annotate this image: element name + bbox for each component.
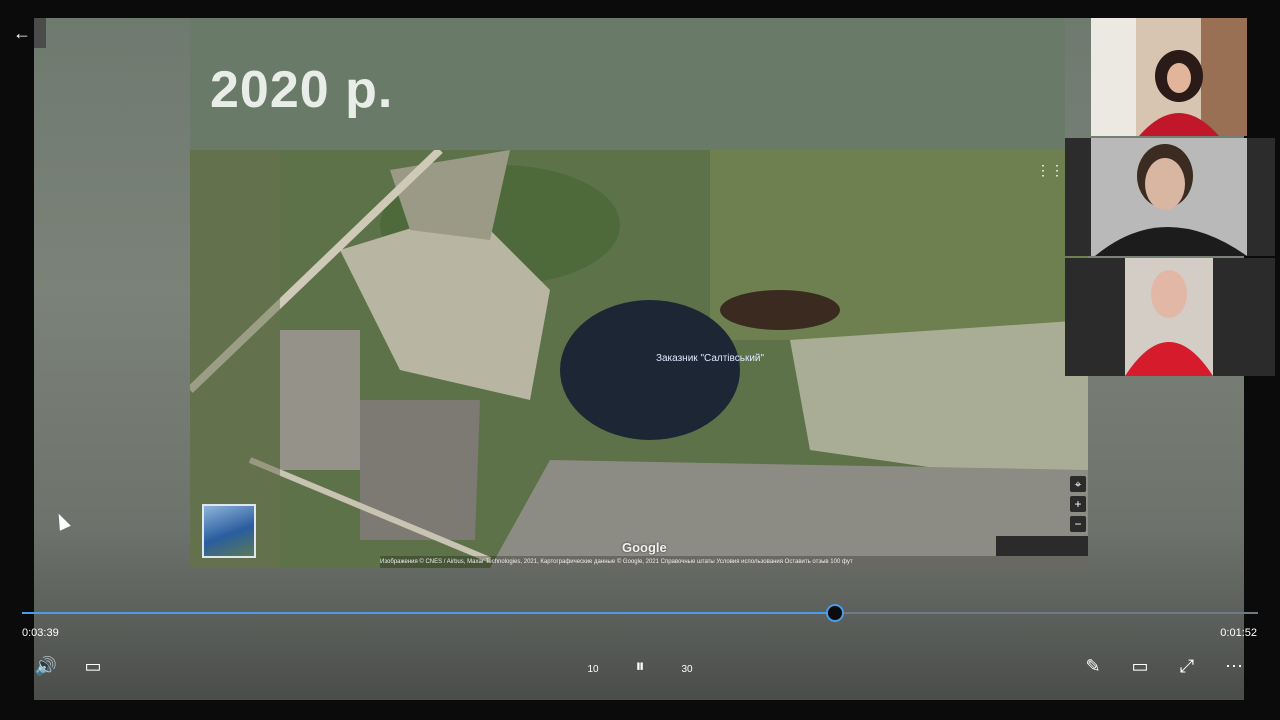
- participant-video-2: [1065, 138, 1275, 256]
- satellite-map: Заказник "Салтівський" ⋮⋮⋮ Google ⌖ + − …: [190, 150, 1088, 568]
- speaker-icon: 🔊: [34, 656, 58, 676]
- reserve-label: Заказник "Салтівський": [655, 353, 765, 364]
- map-attribution: Изображения © CNES / Airbus, Maxar Techn…: [380, 556, 1088, 568]
- fast-forward-icon: 30: [681, 664, 693, 675]
- street-view-bar[interactable]: [996, 536, 1088, 556]
- arrow-left-icon: ←: [13, 23, 31, 43]
- minus-icon: −: [1074, 517, 1082, 531]
- current-time: 0:03:39: [22, 627, 59, 639]
- pause-button[interactable]: ⏸: [626, 652, 654, 680]
- volume-button[interactable]: 🔊: [32, 652, 60, 680]
- fullscreen-button[interactable]: ⤢: [1173, 652, 1201, 680]
- plus-icon: +: [1074, 497, 1082, 511]
- remaining-time: 0:01:52: [1220, 627, 1257, 639]
- participant-3-image: [1065, 258, 1275, 376]
- slide-title: 2020 р.: [210, 61, 394, 119]
- miniplayer-icon: ▭: [1131, 656, 1149, 676]
- pencil-icon: ✎: [1085, 656, 1101, 676]
- edit-button[interactable]: ✎: [1079, 652, 1107, 680]
- forward-30-button[interactable]: 30: [673, 652, 701, 680]
- rewind-10-button[interactable]: 10: [579, 652, 607, 680]
- zoom-out-button[interactable]: −: [1070, 516, 1086, 532]
- layer-thumbnail[interactable]: [202, 504, 256, 558]
- seek-bar[interactable]: [22, 604, 1258, 622]
- compass-icon: ⌖: [1074, 477, 1082, 491]
- participant-video-1: [1091, 18, 1247, 136]
- participant-2-image: [1065, 138, 1275, 256]
- back-button[interactable]: ←: [8, 20, 36, 46]
- miniplayer-button[interactable]: ▭: [1126, 652, 1154, 680]
- google-logo: Google: [622, 540, 667, 555]
- rewind-icon: 10: [587, 664, 599, 675]
- zoom-in-button[interactable]: +: [1070, 496, 1086, 512]
- seek-bar-progress: [22, 612, 836, 614]
- participant-1-image: [1091, 18, 1247, 136]
- more-options-button[interactable]: ⋯: [1220, 652, 1248, 680]
- participant-video-3: [1065, 258, 1275, 376]
- pause-icon: ⏸: [635, 656, 645, 676]
- captions-button[interactable]: ▭: [79, 652, 107, 680]
- compass-button[interactable]: ⌖: [1070, 476, 1086, 492]
- more-icon: ⋯: [1225, 656, 1243, 676]
- fullscreen-icon: ⤢: [1179, 656, 1195, 676]
- captions-icon: ▭: [84, 656, 102, 676]
